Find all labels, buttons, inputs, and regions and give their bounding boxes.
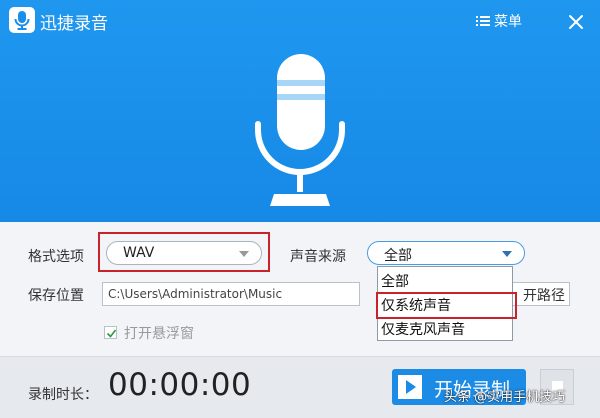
recorder-window: 迅捷录音 菜单 格式选项 WAV 声音来源 全部 保存位置 C:\Users\A…	[0, 0, 600, 418]
dropdown-item-mic-sound[interactable]: 仅麦克风声音	[378, 317, 512, 341]
format-label: 格式选项	[28, 249, 84, 265]
dropdown-item-all[interactable]: 全部	[378, 269, 512, 293]
source-label: 声音来源	[290, 249, 346, 265]
save-path-field[interactable]: C:\Users\Administrator\Music	[102, 282, 360, 306]
microphone-illustration	[255, 54, 345, 206]
source-value: 全部	[384, 248, 412, 264]
float-window-checkbox[interactable]	[104, 326, 117, 339]
watermark: 头条 @实用手机技巧	[444, 390, 566, 405]
menu-button[interactable]: 菜单	[476, 11, 530, 31]
duration-label: 录制时长：	[28, 387, 98, 403]
float-window-label: 打开悬浮窗	[124, 326, 194, 342]
source-select[interactable]: 全部	[367, 241, 525, 265]
list-icon	[476, 16, 490, 26]
open-path-button[interactable]: 开路径	[510, 282, 570, 306]
microphone-icon	[9, 7, 35, 33]
header: 迅捷录音 菜单	[0, 0, 600, 222]
recording-timer: 00:00:00	[108, 367, 252, 403]
close-icon[interactable]	[564, 10, 588, 34]
check-icon	[106, 329, 117, 338]
system-sound-highlight-box	[376, 292, 517, 319]
format-highlight-box	[98, 232, 270, 272]
save-location-label: 保存位置	[28, 288, 84, 304]
play-icon	[398, 375, 422, 399]
app-title: 迅捷录音	[40, 14, 108, 34]
menu-label: 菜单	[494, 14, 522, 30]
open-path-label: 开路径	[523, 288, 565, 304]
chevron-down-icon	[502, 251, 512, 257]
